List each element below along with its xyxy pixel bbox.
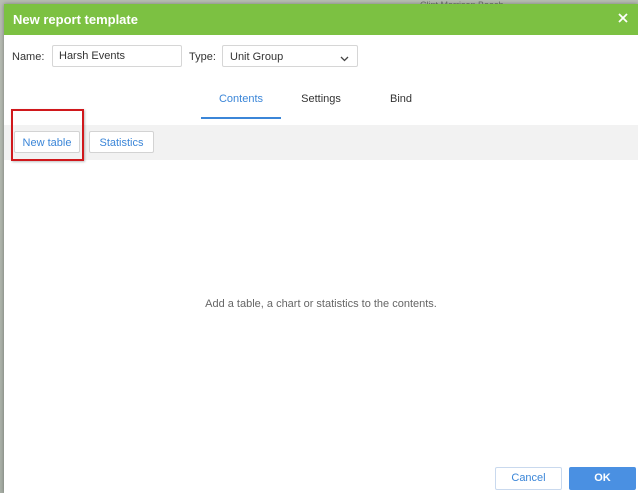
name-input[interactable] — [52, 45, 182, 67]
name-label: Name: — [12, 51, 45, 63]
dialog-title: New report template — [13, 12, 138, 27]
tab-settings[interactable]: Settings — [291, 88, 351, 119]
cancel-button[interactable]: Cancel — [495, 467, 562, 490]
tab-bar: Contents Settings Bind — [4, 88, 638, 119]
type-select[interactable]: Unit Group — [222, 45, 358, 67]
contents-toolbar: New table Statistics — [4, 125, 638, 160]
empty-contents-message: Add a table, a chart or statistics to th… — [205, 298, 437, 310]
statistics-button[interactable]: Statistics — [89, 131, 154, 153]
ok-button[interactable]: OK — [569, 467, 636, 490]
new-table-button[interactable]: New table — [14, 131, 80, 153]
name-type-row: Name: Type: Unit Group — [4, 45, 638, 69]
new-report-template-dialog: New report template Name: Type: Unit Gro… — [4, 4, 638, 493]
type-select-value: Unit Group — [230, 51, 284, 63]
chevron-down-icon — [340, 53, 349, 65]
type-label: Type: — [189, 51, 216, 63]
tab-contents[interactable]: Contents — [201, 88, 281, 119]
dialog-titlebar: New report template — [4, 4, 638, 35]
close-icon[interactable] — [616, 11, 630, 25]
tab-bind[interactable]: Bind — [371, 88, 431, 119]
